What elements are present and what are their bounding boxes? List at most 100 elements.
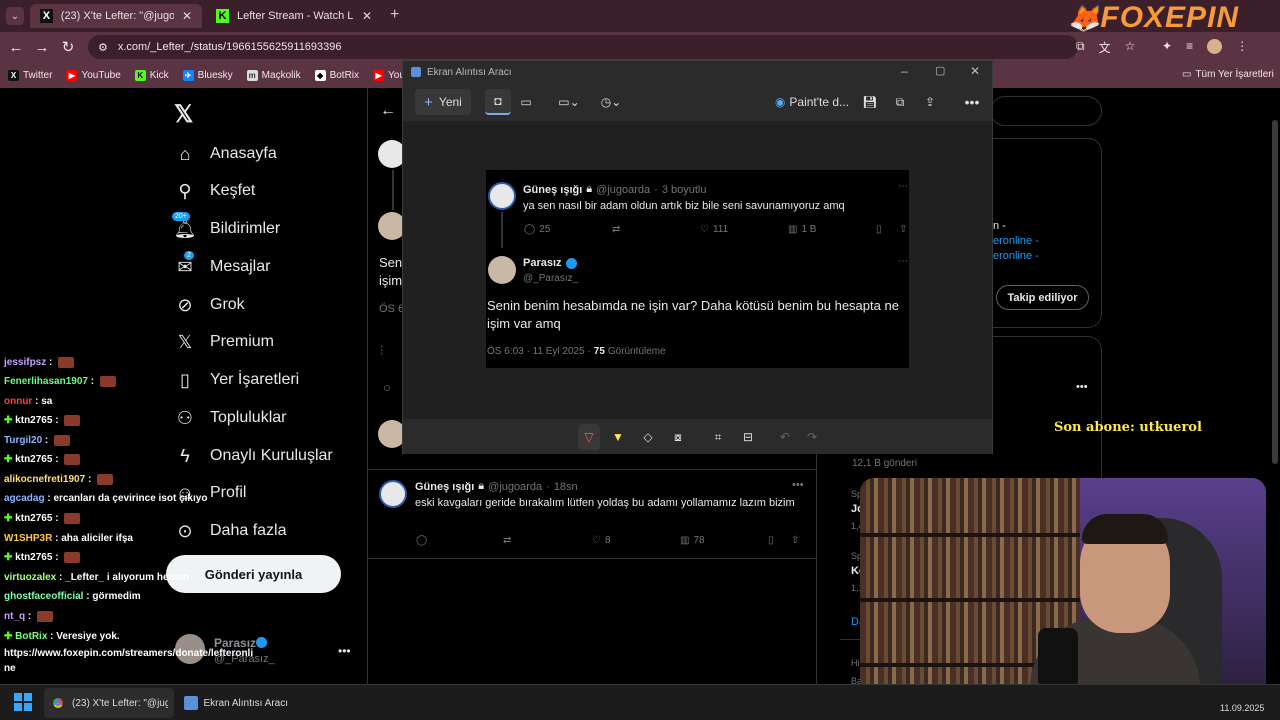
account-menu-icon[interactable]: ••• [338,644,351,658]
eraser-button[interactable]: ◇ [637,424,659,450]
chat-username[interactable]: jessifpsz [4,357,46,368]
chat-username[interactable]: BotRix [15,631,47,642]
share-button[interactable]: ⇪ [919,89,941,115]
edit-in-paint-button[interactable]: ◉ Paint'te d... [773,89,851,115]
back-arrow-icon[interactable]: ← [380,102,396,120]
chat-message: Turgil20 : [4,435,71,446]
nav-verified-orgs[interactable]: ϟ Onaylı Kuruluşlar [174,445,333,467]
reply-avatar[interactable] [379,480,407,508]
chat-username[interactable]: virtuozalex [4,572,56,583]
search-box[interactable] [990,96,1102,126]
chat-username[interactable]: ktn2765 [15,552,52,563]
video-mode-button[interactable]: ▭ [513,89,539,115]
nav-explore[interactable]: ⚲ Keşfet [174,180,255,202]
reply-views-button[interactable]: ▥ 78 [680,535,705,546]
chat-username[interactable]: agcadag [4,493,45,504]
nav-notifications[interactable]: 🔔︎ 20+ Bildirimler [172,212,280,240]
tab-search-button[interactable]: ⌄ [6,7,24,25]
snip-shape-dropdown[interactable]: ▭⌄ [553,89,585,115]
back-icon[interactable]: ← [3,34,29,60]
crop-button[interactable]: ⌗ [707,424,729,450]
new-snip-button[interactable]: + Yeni [415,89,471,115]
chat-username[interactable]: nt_q [4,611,25,622]
nav-messages[interactable]: ✉ 2 Mesajlar [174,251,270,278]
undo-button[interactable]: ↶ [774,424,796,450]
copy-button[interactable]: ⧉ [889,89,911,115]
chat-username[interactable]: W1SHP3R [4,533,52,544]
chat-username[interactable]: Turgil20 [4,435,42,446]
reload-icon[interactable]: ↻ [55,34,81,60]
taskbar-chrome[interactable]: (23) X'te Lefter: "@jugoa [44,688,174,718]
reply-retweet-button[interactable]: ⇄ [503,535,511,546]
nav-bookmarks[interactable]: ▯ Yer İşaretleri [174,369,299,391]
address-bar[interactable]: ⚙ x.com/_Lefter_/status/1966155625911693… [88,35,1078,59]
chat-username[interactable]: ktn2765 [15,415,52,426]
chat-username[interactable]: onnur [4,396,32,407]
nav-more[interactable]: ⊙ Daha fazla [174,520,286,542]
bookmark-twitter[interactable]: X Twitter [8,69,52,81]
nav-home[interactable]: ⌂ Anasayfa [174,143,277,165]
extensions-icon[interactable]: ✦ [1162,39,1172,54]
bookmark-botrix[interactable]: ◆ BotRix [314,69,359,81]
reply-bookmark-button[interactable]: ▯ [768,535,774,546]
chat-username[interactable]: ktn2765 [15,513,52,524]
page-scrollbar[interactable] [1272,120,1278,464]
following-button[interactable]: Takip ediliyor [996,285,1089,310]
more-options-button[interactable]: ••• [959,89,985,115]
reply-reply-button[interactable]: ◯ [416,535,427,546]
chat-username[interactable]: ghostfaceofficial [4,591,83,602]
new-tab-button[interactable]: + [390,6,399,24]
nav-label: Onaylı Kuruluşlar [210,447,333,464]
install-app-icon[interactable]: ⧉ [1076,39,1085,56]
trends-more-icon[interactable]: ••• [1076,381,1088,393]
reply-like-button[interactable]: ♡ 8 [592,535,611,546]
communities-icon: ⚇ [176,407,194,428]
bookmark-youtube[interactable]: ▶ YouTube [66,69,121,81]
close-icon[interactable]: ✕ [970,64,980,78]
site-info-icon[interactable]: ⚙ [98,41,108,54]
media-icon[interactable]: ≡ [1186,39,1193,54]
minimize-icon[interactable]: – [901,64,908,78]
nav-premium[interactable]: 𝕏 Premium [174,331,274,353]
bookmark-kick[interactable]: K Kick [134,69,169,81]
shapes-button[interactable]: ⧇ [667,424,689,450]
text-actions-button[interactable]: ⊟ [737,424,759,450]
close-tab-icon[interactable]: ✕ [362,9,372,23]
maximize-icon[interactable]: ▢ [935,64,945,77]
chat-username[interactable]: alikocnefreti1907 [4,474,85,485]
partial-link[interactable]: eronline - [993,235,1039,247]
reply-author[interactable]: Güneş ışığı [415,481,474,493]
highlighter-button[interactable]: ▼ [607,424,629,450]
nav-communities[interactable]: ⚇ Topluluklar [174,407,287,429]
reply-more-icon[interactable]: ••• [792,479,804,491]
ballpoint-pen-button[interactable]: ▽ [578,424,600,450]
taskbar-snipping-tool[interactable]: Ekran Alıntısı Aracı [178,688,288,718]
stats-icon[interactable]: ⫶ [380,344,383,359]
chat-sep: : [52,454,62,466]
partial-link[interactable]: eronline - [993,250,1039,262]
bookmark-star-icon[interactable]: ☆ [1125,39,1136,56]
profile-avatar-icon[interactable] [1207,39,1223,54]
menu-icon[interactable]: ⋮ [1236,39,1248,54]
nav-grok[interactable]: ⊘ Grok [174,294,244,316]
reply-icon[interactable]: ○ [383,380,391,395]
chat-text: sa [41,396,53,407]
all-bookmarks[interactable]: ▭ Tüm Yer İşaretleri [1182,69,1274,80]
save-button[interactable]: 💾︎ [859,89,881,115]
bookmark-bluesky[interactable]: ✈ Bluesky [182,69,233,81]
x-logo-icon[interactable]: 𝕏 [174,100,193,129]
close-tab-icon[interactable]: ✕ [182,9,192,23]
timer-dropdown[interactable]: ◷⌄ [595,89,627,115]
post-button[interactable]: Gönderi yayınla [166,555,341,593]
camera-mode-button[interactable]: ◘ [485,89,511,115]
tab-kick-stream[interactable]: K Lefter Stream - Watch Live on K ✕ [206,4,382,28]
redo-button[interactable]: ↷ [801,424,823,450]
forward-icon[interactable]: → [29,34,55,60]
reply-share-button[interactable]: ⇧ [791,535,799,546]
chat-username[interactable]: ktn2765 [15,454,52,465]
chat-username[interactable]: Fenerlihasan1907 [4,376,88,387]
windows-start-icon[interactable] [14,693,32,711]
translate-icon[interactable]: 文 [1099,39,1111,56]
bookmark-mackolik[interactable]: m Maçkolik [246,69,301,81]
tab-x-post[interactable]: X (23) X'te Lefter: "@jugoarda Sen ✕ [30,4,202,28]
